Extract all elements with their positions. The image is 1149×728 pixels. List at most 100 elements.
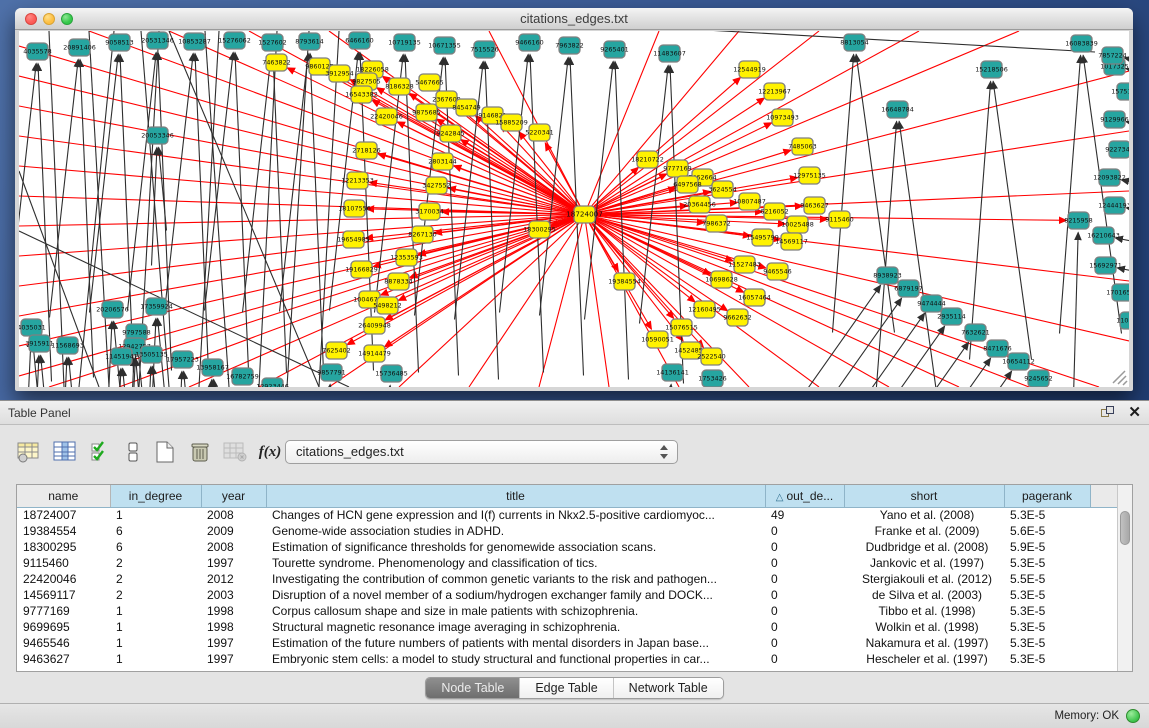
cell-pagerank[interactable]: 5.3E-5	[1004, 635, 1090, 651]
cell-year[interactable]: 2008	[201, 539, 266, 555]
cell-pagerank[interactable]: 5.3E-5	[1004, 619, 1090, 635]
cell-year[interactable]: 1997	[201, 555, 266, 571]
table-row[interactable]: 1872400712008Changes of HCN gene express…	[17, 507, 1117, 523]
cell-filler[interactable]	[1090, 619, 1117, 635]
column-header-filler[interactable]	[1090, 485, 1117, 507]
tab-network-table[interactable]: Network Table	[614, 678, 723, 698]
column-header-pagerank[interactable]: pagerank	[1004, 485, 1090, 507]
cell-short[interactable]: Nakamura et al. (1997)	[844, 635, 1004, 651]
cell-pagerank[interactable]: 5.3E-5	[1004, 651, 1090, 667]
cell-year[interactable]: 2003	[201, 587, 266, 603]
cell-short[interactable]: Franke et al. (2009)	[844, 523, 1004, 539]
cell-filler[interactable]	[1090, 603, 1117, 619]
delete-table-button[interactable]	[220, 437, 250, 467]
cell-short[interactable]: Dudbridge et al. (2008)	[844, 539, 1004, 555]
table-row[interactable]: 946554611997Estimation of the future num…	[17, 635, 1117, 651]
function-builder-button[interactable]: f(x)	[255, 437, 285, 467]
cell-pagerank[interactable]: 5.5E-5	[1004, 571, 1090, 587]
cell-filler[interactable]	[1090, 507, 1117, 523]
cell-name[interactable]: 9115460	[17, 555, 110, 571]
cell-in_degree[interactable]: 1	[110, 603, 201, 619]
column-header-out_degree[interactable]: △out_de...	[765, 485, 844, 507]
cell-short[interactable]: Yano et al. (2008)	[844, 507, 1004, 523]
cell-title[interactable]: Changes of HCN gene expression and I(f) …	[266, 507, 765, 523]
table-row[interactable]: 911546021997Tourette syndrome. Phenomeno…	[17, 555, 1117, 571]
cell-year[interactable]: 2012	[201, 571, 266, 587]
cell-out_degree[interactable]: 0	[765, 555, 844, 571]
table-row[interactable]: 969969511998Structural magnetic resonanc…	[17, 619, 1117, 635]
cell-name[interactable]: 9465546	[17, 635, 110, 651]
table-row[interactable]: 1830029562008Estimation of significance …	[17, 539, 1117, 555]
cell-in_degree[interactable]: 1	[110, 619, 201, 635]
cell-filler[interactable]	[1090, 523, 1117, 539]
cell-title[interactable]: Estimation of significance thresholds fo…	[266, 539, 765, 555]
cell-in_degree[interactable]: 1	[110, 651, 201, 667]
cell-in_degree[interactable]: 6	[110, 523, 201, 539]
node-table[interactable]: namein_degreeyeartitle△out_de...shortpag…	[16, 484, 1133, 672]
cell-in_degree[interactable]: 1	[110, 507, 201, 523]
cell-name[interactable]: 18724007	[17, 507, 110, 523]
network-window-titlebar[interactable]: citations_edges.txt	[15, 8, 1133, 30]
cell-title[interactable]: Estimation of the future numbers of pati…	[266, 635, 765, 651]
cell-year[interactable]: 2009	[201, 523, 266, 539]
cell-short[interactable]: de Silva et al. (2003)	[844, 587, 1004, 603]
cell-pagerank[interactable]: 5.3E-5	[1004, 555, 1090, 571]
scrollbar-thumb[interactable]	[1120, 511, 1130, 545]
row-height-button[interactable]	[118, 437, 148, 467]
tab-edge-table[interactable]: Edge Table	[520, 678, 613, 698]
table-vertical-scrollbar[interactable]	[1117, 485, 1132, 671]
cell-title[interactable]: Embryonic stem cells: a model to study s…	[266, 651, 765, 667]
cell-name[interactable]: 9777169	[17, 603, 110, 619]
cell-year[interactable]: 1997	[201, 635, 266, 651]
cell-out_degree[interactable]: 0	[765, 571, 844, 587]
minimize-window-button[interactable]	[43, 13, 55, 25]
cell-out_degree[interactable]: 0	[765, 651, 844, 667]
cell-name[interactable]: 9699695	[17, 619, 110, 635]
tab-node-table[interactable]: Node Table	[426, 678, 520, 698]
cell-title[interactable]: Tourette syndrome. Phenomenology and cla…	[266, 555, 765, 571]
table-select-dropdown[interactable]: citations_edges.txt	[285, 440, 678, 464]
cell-title[interactable]: Disruption of a novel member of a sodium…	[266, 587, 765, 603]
select-rows-button[interactable]	[86, 437, 116, 467]
table-row[interactable]: 1456911722003Disruption of a novel membe…	[17, 587, 1117, 603]
network-canvas[interactable]: 4035578208914069058513205313461085328715…	[19, 31, 1129, 387]
close-window-button[interactable]	[25, 13, 37, 25]
cell-title[interactable]: Investigating the contribution of common…	[266, 571, 765, 587]
cell-pagerank[interactable]: 5.6E-5	[1004, 523, 1090, 539]
column-header-in_degree[interactable]: in_degree	[110, 485, 201, 507]
table-row[interactable]: 2242004622012Investigating the contribut…	[17, 571, 1117, 587]
cell-year[interactable]: 1998	[201, 603, 266, 619]
cell-name[interactable]: 19384554	[17, 523, 110, 539]
table-row[interactable]: 1938455462009Genome-wide association stu…	[17, 523, 1117, 539]
cell-filler[interactable]	[1090, 571, 1117, 587]
cell-filler[interactable]	[1090, 587, 1117, 603]
cell-in_degree[interactable]: 6	[110, 539, 201, 555]
cell-pagerank[interactable]: 5.9E-5	[1004, 539, 1090, 555]
cell-filler[interactable]	[1090, 539, 1117, 555]
cell-name[interactable]: 18300295	[17, 539, 110, 555]
cell-pagerank[interactable]: 5.3E-5	[1004, 603, 1090, 619]
cell-name[interactable]: 14569117	[17, 587, 110, 603]
table-options-button[interactable]	[14, 437, 44, 467]
cell-out_degree[interactable]: 0	[765, 587, 844, 603]
cell-short[interactable]: Stergiakouli et al. (2012)	[844, 571, 1004, 587]
cell-name[interactable]: 9463627	[17, 651, 110, 667]
resize-grip-icon[interactable]	[1113, 371, 1127, 385]
create-column-button[interactable]	[150, 437, 180, 467]
network-view-window[interactable]: citations_edges.txt 40355782089140690585…	[15, 8, 1133, 391]
cell-short[interactable]: Hescheler et al. (1997)	[844, 651, 1004, 667]
cell-filler[interactable]	[1090, 635, 1117, 651]
cell-out_degree[interactable]: 0	[765, 635, 844, 651]
cell-out_degree[interactable]: 0	[765, 539, 844, 555]
table-row[interactable]: 946362711997Embryonic stem cells: a mode…	[17, 651, 1117, 667]
cell-name[interactable]: 22420046	[17, 571, 110, 587]
cell-in_degree[interactable]: 2	[110, 555, 201, 571]
cell-pagerank[interactable]: 5.3E-5	[1004, 507, 1090, 523]
column-header-year[interactable]: year	[201, 485, 266, 507]
close-panel-icon[interactable]: ✕	[1128, 403, 1141, 421]
cell-out_degree[interactable]: 0	[765, 619, 844, 635]
cell-in_degree[interactable]: 2	[110, 571, 201, 587]
cell-title[interactable]: Genome-wide association studies in ADHD.	[266, 523, 765, 539]
cell-title[interactable]: Corpus callosum shape and size in male p…	[266, 603, 765, 619]
table-row[interactable]: 977716911998Corpus callosum shape and si…	[17, 603, 1117, 619]
